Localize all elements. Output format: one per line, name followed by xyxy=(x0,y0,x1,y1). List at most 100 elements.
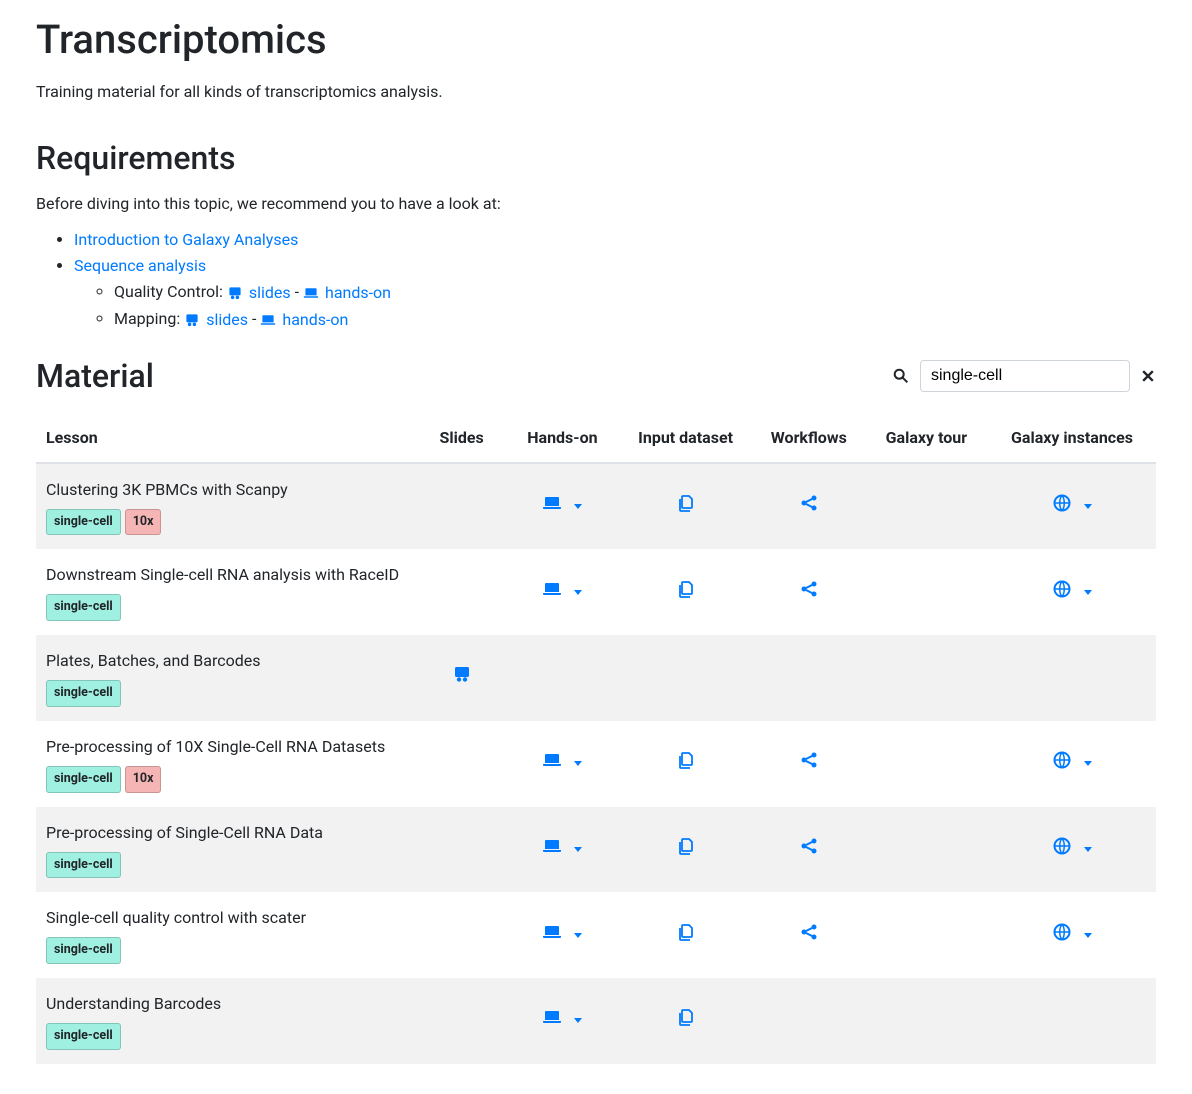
handson-link[interactable] xyxy=(542,922,582,949)
tour-cell xyxy=(865,721,988,807)
laptop-icon xyxy=(303,285,319,301)
tag-single-cell[interactable]: single-cell xyxy=(46,594,121,621)
lesson-cell: Plates, Batches, and Barcodessingle-cell xyxy=(36,635,417,721)
handson-link[interactable] xyxy=(542,750,582,777)
workflows-cell xyxy=(753,978,865,1064)
col-lesson: Lesson xyxy=(36,414,417,463)
clear-search-icon[interactable] xyxy=(1140,368,1156,384)
workflows-link[interactable] xyxy=(799,493,819,520)
chevron-down-icon xyxy=(574,1018,582,1023)
input-dataset-icon xyxy=(676,579,696,606)
lesson-title: Downstream Single-cell RNA analysis with… xyxy=(46,563,407,587)
tag-single-cell[interactable]: single-cell xyxy=(46,766,121,793)
mapping-slides-link[interactable]: slides xyxy=(184,308,248,332)
tag-10x[interactable]: 10x xyxy=(125,509,162,536)
instances-cell xyxy=(988,635,1156,721)
requirements-heading: Requirements xyxy=(36,134,1156,182)
dash-sep: - xyxy=(252,309,260,328)
mapping-label: Mapping: xyxy=(114,309,184,328)
dash-sep: - xyxy=(295,282,303,301)
table-row: Pre-processing of Single-Cell RNA Data si… xyxy=(36,807,1156,893)
lesson-title: Pre-processing of Single-Cell RNA Data xyxy=(46,821,407,845)
mapping-handson-link[interactable]: hands-on xyxy=(260,308,348,332)
instances-link[interactable] xyxy=(1052,750,1092,777)
laptop-icon xyxy=(260,312,276,328)
tour-cell xyxy=(865,635,988,721)
handson-icon xyxy=(542,836,562,863)
workflows-cell xyxy=(753,807,865,893)
handson-link[interactable] xyxy=(542,493,582,520)
tag-single-cell[interactable]: single-cell xyxy=(46,680,121,707)
handson-link[interactable] xyxy=(542,1007,582,1034)
tag-single-cell[interactable]: single-cell xyxy=(46,852,121,879)
workflows-link[interactable] xyxy=(799,579,819,606)
slides-icon xyxy=(452,664,472,691)
table-row: Pre-processing of 10X Single-Cell RNA Da… xyxy=(36,721,1156,807)
instances-icon xyxy=(1052,922,1072,949)
handson-text: hands-on xyxy=(282,308,348,332)
slides-link[interactable] xyxy=(452,664,472,691)
col-handson: Hands-on xyxy=(506,414,618,463)
slides-cell xyxy=(417,721,507,807)
workflows-link[interactable] xyxy=(799,922,819,949)
table-row: Plates, Batches, and Barcodessingle-cell xyxy=(36,635,1156,721)
search-input[interactable] xyxy=(920,360,1130,392)
qc-handson-link[interactable]: hands-on xyxy=(303,281,391,305)
input-dataset-cell xyxy=(618,892,752,978)
table-row: Single-cell quality control with scaters… xyxy=(36,892,1156,978)
handson-cell xyxy=(506,549,618,635)
input-dataset-link[interactable] xyxy=(676,493,696,520)
lesson-cell: Understanding Barcodessingle-cell xyxy=(36,978,417,1064)
table-row: Downstream Single-cell RNA analysis with… xyxy=(36,549,1156,635)
input-dataset-icon xyxy=(676,1007,696,1034)
tag-10x[interactable]: 10x xyxy=(125,766,162,793)
input-dataset-link[interactable] xyxy=(676,1007,696,1034)
chevron-down-icon xyxy=(574,933,582,938)
lesson-title: Clustering 3K PBMCs with Scanpy xyxy=(46,478,407,502)
qc-slides-link[interactable]: slides xyxy=(227,281,291,305)
requirements-list: Introduction to Galaxy Analyses Sequence… xyxy=(74,228,1156,332)
lesson-cell: Pre-processing of Single-Cell RNA Data si… xyxy=(36,807,417,893)
col-workflows: Workflows xyxy=(753,414,865,463)
handson-icon xyxy=(542,922,562,949)
tag-single-cell[interactable]: single-cell xyxy=(46,937,121,964)
slides-cell xyxy=(417,892,507,978)
workflows-cell xyxy=(753,721,865,807)
handson-icon xyxy=(542,579,562,606)
handson-link[interactable] xyxy=(542,579,582,606)
col-tour: Galaxy tour xyxy=(865,414,988,463)
input-dataset-link[interactable] xyxy=(676,579,696,606)
slides-cell xyxy=(417,549,507,635)
col-input: Input dataset xyxy=(618,414,752,463)
input-dataset-link[interactable] xyxy=(676,922,696,949)
workflows-icon xyxy=(799,922,819,949)
chevron-down-icon xyxy=(574,847,582,852)
chevron-down-icon xyxy=(574,504,582,509)
instances-link[interactable] xyxy=(1052,836,1092,863)
handson-link[interactable] xyxy=(542,836,582,863)
chevron-down-icon xyxy=(1084,847,1092,852)
table-row: Understanding Barcodessingle-cell xyxy=(36,978,1156,1064)
chevron-down-icon xyxy=(1084,504,1092,509)
tag-single-cell[interactable]: single-cell xyxy=(46,509,121,536)
search-icon xyxy=(892,367,910,385)
tour-cell xyxy=(865,549,988,635)
workflows-link[interactable] xyxy=(799,836,819,863)
handson-text: hands-on xyxy=(325,281,391,305)
instances-link[interactable] xyxy=(1052,493,1092,520)
tag-single-cell[interactable]: single-cell xyxy=(46,1023,121,1050)
link-intro-galaxy[interactable]: Introduction to Galaxy Analyses xyxy=(74,230,298,249)
instances-link[interactable] xyxy=(1052,579,1092,606)
link-sequence-analysis[interactable]: Sequence analysis xyxy=(74,256,206,275)
workflows-cell xyxy=(753,549,865,635)
input-dataset-link[interactable] xyxy=(676,750,696,777)
instances-link[interactable] xyxy=(1052,922,1092,949)
chevron-down-icon xyxy=(574,590,582,595)
workflows-cell xyxy=(753,892,865,978)
qc-label: Quality Control: xyxy=(114,282,227,301)
handson-icon xyxy=(542,1007,562,1034)
input-dataset-link[interactable] xyxy=(676,836,696,863)
instances-cell xyxy=(988,978,1156,1064)
workflows-link[interactable] xyxy=(799,750,819,777)
lesson-cell: Clustering 3K PBMCs with Scanpy single-ce… xyxy=(36,463,417,550)
